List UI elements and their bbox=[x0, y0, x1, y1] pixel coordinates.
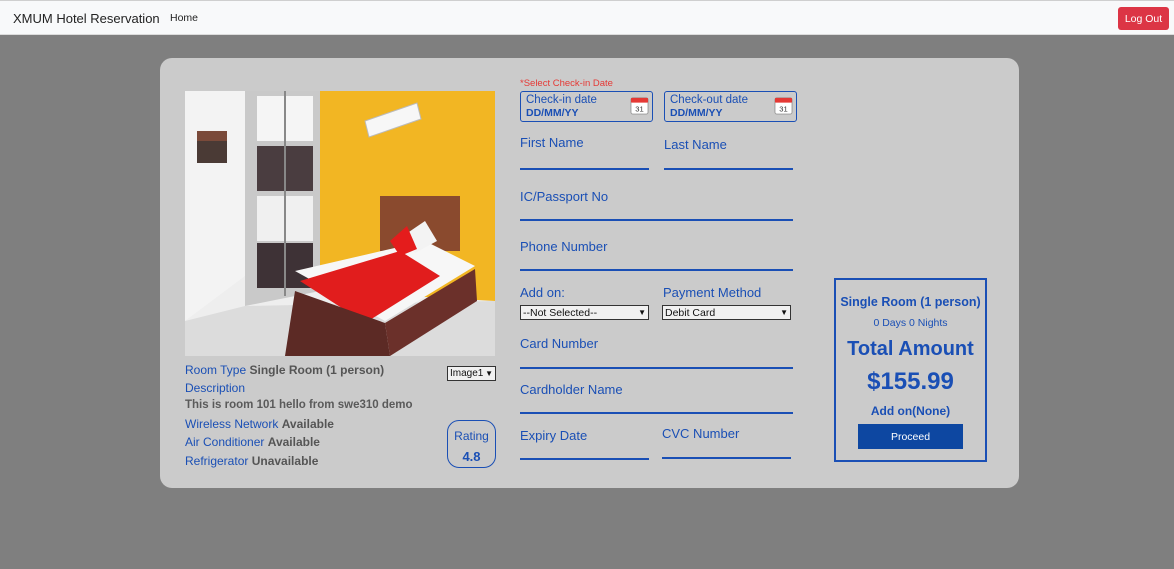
ac-label: Air Conditioner bbox=[185, 435, 265, 449]
description-text: This is room 101 hello from swe310 demo bbox=[185, 399, 413, 411]
expiry-date-field[interactable]: Expiry Date bbox=[520, 427, 649, 460]
rating-badge: Rating 4.8 bbox=[447, 420, 496, 468]
proceed-button[interactable]: Proceed bbox=[858, 424, 963, 449]
phone-label: Phone Number bbox=[520, 239, 608, 254]
addon-label: Add on: bbox=[520, 285, 565, 300]
payment-method-value: Debit Card bbox=[665, 306, 716, 319]
card-number-label: Card Number bbox=[520, 336, 599, 351]
nav-home-link[interactable]: Home bbox=[170, 12, 198, 24]
card-number-field[interactable]: Card Number bbox=[520, 335, 793, 369]
summary-price: $155.99 bbox=[867, 368, 954, 395]
checkin-required-note: *Select Check-in Date bbox=[520, 78, 613, 89]
brand-title[interactable]: XMUM Hotel Reservation bbox=[13, 11, 160, 26]
payment-method-label: Payment Method bbox=[663, 285, 762, 300]
fridge-value: Unavailable bbox=[251, 454, 319, 468]
first-name-label: First Name bbox=[520, 135, 584, 150]
first-name-field[interactable]: First Name bbox=[520, 134, 649, 170]
last-name-field[interactable]: Last Name bbox=[664, 134, 793, 170]
wireless-row: Wireless Network Available bbox=[185, 417, 334, 431]
calendar-day: 31 bbox=[779, 105, 787, 114]
chevron-down-icon: ▼ bbox=[485, 369, 493, 378]
room-type-label: Room Type bbox=[185, 363, 247, 377]
navbar: XMUM Hotel Reservation Home Log Out bbox=[0, 0, 1174, 35]
checkout-date-field[interactable]: Check-out date DD/MM/YY 31 bbox=[664, 91, 797, 122]
cardholder-name-label: Cardholder Name bbox=[520, 382, 623, 397]
image-select[interactable]: Image1 ▼ bbox=[447, 366, 496, 381]
image-select-value: Image1 bbox=[450, 368, 484, 379]
last-name-label: Last Name bbox=[664, 137, 727, 152]
phone-field[interactable]: Phone Number bbox=[520, 238, 793, 271]
cvc-number-label: CVC Number bbox=[662, 426, 740, 441]
summary-addon: Add on(None) bbox=[870, 404, 951, 418]
chevron-down-icon: ▼ bbox=[638, 308, 646, 317]
cardholder-name-field[interactable]: Cardholder Name bbox=[520, 381, 793, 414]
ac-row: Air Conditioner Available bbox=[185, 435, 320, 449]
summary-days: 0 Days 0 Nights bbox=[873, 317, 948, 329]
cvc-number-field[interactable]: CVC Number bbox=[662, 425, 791, 459]
calendar-day: 31 bbox=[635, 105, 643, 114]
logout-button[interactable]: Log Out bbox=[1118, 7, 1169, 30]
rating-label: Rating bbox=[454, 429, 489, 443]
description-label: Description bbox=[185, 381, 246, 395]
room-type-row: Room Type Single Room (1 person) bbox=[185, 363, 384, 377]
addon-select[interactable]: --Not Selected-- ▼ bbox=[520, 305, 649, 320]
expiry-date-label: Expiry Date bbox=[520, 428, 588, 443]
checkin-date-field[interactable]: Check-in date DD/MM/YY 31 bbox=[520, 91, 653, 122]
ic-passport-label: IC/Passport No bbox=[520, 189, 609, 204]
chevron-down-icon: ▼ bbox=[780, 308, 788, 317]
ic-passport-field[interactable]: IC/Passport No bbox=[520, 188, 793, 221]
summary-total-label: Total Amount bbox=[847, 338, 974, 360]
ac-value: Available bbox=[267, 435, 320, 449]
wireless-value: Available bbox=[281, 417, 334, 431]
fridge-row: Refrigerator Unavailable bbox=[185, 454, 318, 468]
fridge-label: Refrigerator bbox=[185, 454, 249, 468]
room-type-value: Single Room (1 person) bbox=[249, 363, 385, 377]
calendar-icon[interactable]: 31 bbox=[630, 96, 649, 115]
payment-method-select[interactable]: Debit Card ▼ bbox=[662, 305, 791, 320]
rating-value: 4.8 bbox=[462, 449, 481, 464]
room-photo bbox=[185, 91, 495, 356]
calendar-icon[interactable]: 31 bbox=[774, 96, 793, 115]
addon-select-value: --Not Selected-- bbox=[523, 306, 598, 319]
wireless-label: Wireless Network bbox=[185, 417, 279, 431]
booking-summary: Single Room (1 person) 0 Days 0 Nights T… bbox=[834, 278, 987, 462]
summary-room: Single Room (1 person) bbox=[840, 295, 981, 309]
